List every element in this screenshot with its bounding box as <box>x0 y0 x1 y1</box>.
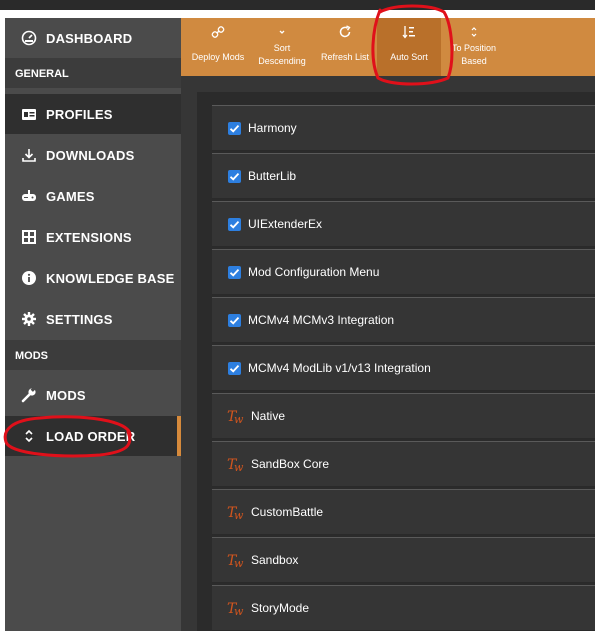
mod-name: StoryMode <box>251 601 310 615</box>
svg-text:w: w <box>234 557 244 569</box>
auto-sort-button[interactable]: Auto Sort <box>377 18 441 76</box>
refresh-icon <box>339 25 351 38</box>
sidebar-item-downloads[interactable]: DOWNLOADS <box>5 135 181 175</box>
sidebar-item-label: EXTENSIONS <box>46 230 132 245</box>
sidebar-item-extensions[interactable]: EXTENSIONS <box>5 217 181 257</box>
sidebar-item-dashboard[interactable]: DASHBOARD <box>5 18 181 58</box>
chevron-down-icon <box>279 30 285 34</box>
sidebar-item-label: KNOWLEDGE BASE <box>46 271 175 286</box>
dashboard-icon <box>21 30 37 46</box>
mod-name: Native <box>251 409 286 423</box>
checkmark-icon <box>229 316 240 325</box>
sidebar-item-settings[interactable]: SETTINGS <box>5 299 181 339</box>
link-icon <box>211 26 225 38</box>
extensions-icon <box>22 230 36 244</box>
info-icon <box>22 271 36 285</box>
enabled-checkbox[interactable] <box>228 122 241 135</box>
load-order-row[interactable]: MCMv4 MCMv3 Integration <box>212 297 595 343</box>
checkmark-icon <box>229 268 240 277</box>
sort-list-icon <box>402 26 415 39</box>
mod-name: Sandbox <box>251 553 299 567</box>
window-top-strip <box>0 0 595 10</box>
svg-text:w: w <box>234 509 244 521</box>
toolbar: Deploy Mods Sort Descending Refresh List… <box>181 18 595 76</box>
taleworlds-icon: Tw <box>227 409 244 425</box>
sidebar-item-profiles[interactable]: PROFILES <box>5 94 181 134</box>
enabled-checkbox[interactable] <box>228 170 241 183</box>
section-header-mods: MODS <box>5 340 181 370</box>
enabled-checkbox[interactable] <box>228 314 241 327</box>
load-order-row[interactable]: Tw CustomBattle <box>212 489 595 535</box>
enabled-checkbox[interactable] <box>228 266 241 279</box>
taleworlds-icon: Tw <box>227 601 244 617</box>
up-down-icon <box>471 27 477 37</box>
sidebar-item-label: DOWNLOADS <box>46 148 135 163</box>
load-order-row[interactable]: Mod Configuration Menu <box>212 249 595 295</box>
section-header-general: GENERAL <box>5 58 181 88</box>
refresh-list-button[interactable]: Refresh List <box>315 18 375 76</box>
mod-name: ButterLib <box>248 169 297 183</box>
wrench-icon <box>21 387 36 403</box>
checkmark-icon <box>229 364 240 373</box>
checkmark-icon <box>229 220 240 229</box>
sidebar-item-knowledge-base[interactable]: KNOWLEDGE BASE <box>5 258 181 298</box>
sidebar-item-label: SETTINGS <box>46 312 113 327</box>
svg-text:w: w <box>234 413 244 425</box>
load-order-row[interactable]: Tw Sandbox <box>212 537 595 583</box>
svg-text:w: w <box>234 461 244 473</box>
taleworlds-icon: Tw <box>227 553 244 569</box>
sidebar-item-label: MODS <box>46 388 86 403</box>
gear-icon <box>22 312 36 326</box>
taleworlds-icon: Tw <box>227 457 244 473</box>
mod-name: Mod Configuration Menu <box>248 265 380 279</box>
sidebar-item-label: DASHBOARD <box>46 31 133 46</box>
profiles-icon <box>22 109 36 120</box>
mod-name: Harmony <box>248 121 297 135</box>
mod-name: MCMv4 MCMv3 Integration <box>248 313 395 327</box>
sort-descending-button[interactable]: Sort Descending <box>255 18 309 76</box>
load-order-row[interactable]: Tw StoryMode <box>212 585 595 631</box>
deploy-mods-button[interactable]: Deploy Mods <box>181 18 255 76</box>
gamepad-icon <box>22 190 36 201</box>
load-order-row[interactable]: Tw Native <box>212 393 595 439</box>
load-order-row[interactable]: Tw SandBox Core <box>212 441 595 487</box>
sidebar: DASHBOARD GENERAL PROFILES DOWNLOADS GAM… <box>5 18 181 631</box>
mod-name: MCMv4 ModLib v1/v13 Integration <box>248 361 431 375</box>
mod-name: SandBox Core <box>251 457 330 471</box>
to-position-based-button[interactable]: To Position Based <box>443 18 505 76</box>
load-order-row[interactable]: UIExtenderEx <box>212 201 595 247</box>
sort-chevrons-icon <box>25 429 33 443</box>
download-icon <box>22 149 36 162</box>
enabled-checkbox[interactable] <box>228 218 241 231</box>
load-order-row[interactable]: MCMv4 ModLib v1/v13 Integration <box>212 345 595 391</box>
sidebar-item-games[interactable]: GAMES <box>5 176 181 216</box>
sidebar-item-load-order[interactable]: LOAD ORDER <box>5 416 181 456</box>
mod-name: UIExtenderEx <box>248 217 323 231</box>
sidebar-item-label: PROFILES <box>46 107 113 122</box>
sidebar-item-label: GAMES <box>46 189 95 204</box>
svg-text:w: w <box>234 605 244 617</box>
mod-name: CustomBattle <box>251 505 324 519</box>
load-order-row[interactable]: ButterLib <box>212 153 595 199</box>
sidebar-item-mods[interactable]: MODS <box>5 375 181 415</box>
checkmark-icon <box>229 172 240 181</box>
taleworlds-icon: Tw <box>227 505 244 521</box>
checkmark-icon <box>229 124 240 133</box>
sidebar-item-label: LOAD ORDER <box>46 429 136 444</box>
load-order-row[interactable]: Harmony <box>212 105 595 151</box>
enabled-checkbox[interactable] <box>228 362 241 375</box>
